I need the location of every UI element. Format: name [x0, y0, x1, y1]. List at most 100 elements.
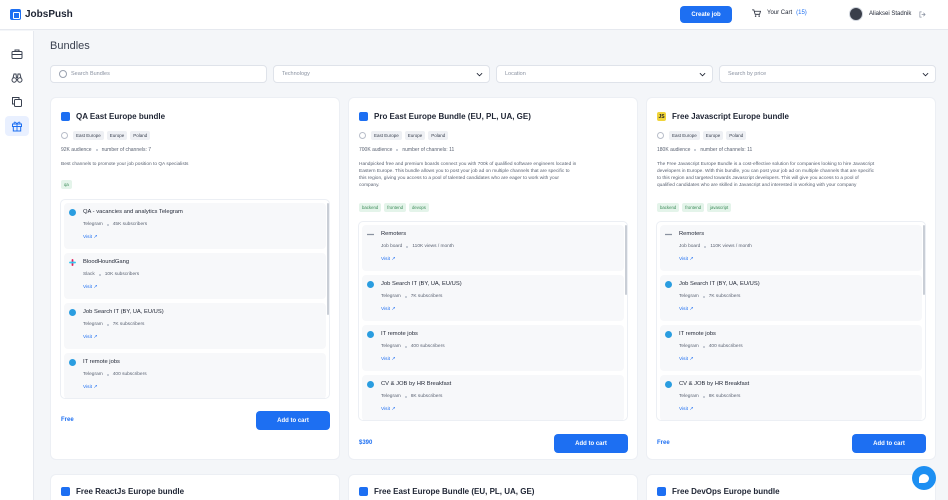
- visit-link[interactable]: Visit ↗: [381, 357, 395, 362]
- channel-name: Remoters: [381, 231, 407, 237]
- avatar: [849, 7, 863, 21]
- audience: 92K audience: [61, 147, 92, 153]
- card-title[interactable]: Free DevOps Europe bundle: [672, 487, 780, 496]
- channel-name: IT remote jobs: [83, 359, 120, 365]
- sidebar-item-bundles[interactable]: [5, 116, 29, 136]
- scrollbar[interactable]: [923, 225, 925, 295]
- channel-name: CV & JOB by HR Breakfast: [381, 381, 452, 387]
- channel-list[interactable]: QA - vacancies and analytics Telegram Te…: [60, 199, 330, 399]
- channel-subs: 110K views / month: [710, 244, 752, 249]
- card-stats: 700K audience number of channels: 11: [359, 147, 454, 153]
- channel-type: Slack: [83, 272, 95, 277]
- top-bar: JobsPush Create job Your Cart (15) Aliak…: [0, 0, 948, 30]
- tech-tag: frontend: [682, 203, 705, 212]
- region-tag: Poland: [428, 131, 449, 140]
- channel-type: Telegram: [679, 294, 699, 299]
- js-icon: JS: [657, 112, 666, 121]
- search-icon: [59, 70, 67, 78]
- scrollbar[interactable]: [327, 203, 329, 315]
- binoculars-icon: [11, 73, 23, 83]
- channel-name: Job Search IT (BY, UA, EU/US): [679, 281, 760, 287]
- channel-name: Remoters: [679, 231, 705, 237]
- bundle-icon: [61, 112, 70, 121]
- card-title[interactable]: Free East Europe Bundle (EU, PL, UA, GE): [374, 487, 534, 496]
- card-title[interactable]: Free ReactJs Europe bundle: [76, 487, 184, 496]
- user-menu[interactable]: Aliaksei Stadnik: [849, 7, 926, 21]
- price-label: Search by price: [728, 71, 767, 77]
- channel-item: Job Search IT (BY, UA, EU/US) Telegram 7K…: [64, 303, 326, 349]
- bundle-icon: [359, 112, 368, 121]
- app-name: JobsPush: [25, 9, 73, 20]
- technology-select[interactable]: Technology: [273, 65, 490, 83]
- cart-count: (15): [796, 10, 807, 16]
- remoters-logo-icon: [367, 233, 374, 236]
- globe-icon: [657, 132, 664, 139]
- bundle-card: Free ReactJs Europe bundle: [50, 474, 340, 500]
- app-logo[interactable]: JobsPush: [10, 9, 73, 20]
- channels-count: number of channels: 11: [402, 147, 455, 153]
- channel-item: IT remote jobs Telegram 400 subscribers V…: [660, 325, 922, 371]
- price: $390: [359, 440, 373, 446]
- visit-link[interactable]: Visit ↗: [83, 235, 97, 240]
- visit-link[interactable]: Visit ↗: [679, 257, 693, 262]
- sidebar-item-jobs[interactable]: [5, 44, 29, 64]
- channel-list[interactable]: Remoters Job board 110K views / month Vis…: [358, 221, 628, 421]
- visit-link[interactable]: Visit ↗: [679, 307, 693, 312]
- card-title[interactable]: Pro East Europe Bundle (EU, PL, UA, GE): [374, 112, 531, 121]
- audience: 700K audience: [359, 147, 393, 153]
- channel-subs: 8K subscribers: [708, 394, 741, 399]
- logo-icon: [10, 9, 21, 20]
- sidebar-item-copy[interactable]: [5, 92, 29, 112]
- bundle-card: Pro East Europe Bundle (EU, PL, UA, GE) …: [348, 97, 638, 460]
- visit-link[interactable]: Visit ↗: [83, 285, 97, 290]
- copy-icon: [12, 97, 22, 107]
- channel-item: IT remote jobs Telegram 400 subscribers V…: [64, 353, 326, 398]
- visit-link[interactable]: Visit ↗: [381, 307, 395, 312]
- channel-type: Job board: [679, 244, 701, 249]
- visit-link[interactable]: Visit ↗: [679, 357, 693, 362]
- channel-type: Telegram: [83, 372, 103, 377]
- chat-button[interactable]: [912, 466, 936, 490]
- visit-link[interactable]: Visit ↗: [381, 407, 395, 412]
- location-label: Location: [505, 71, 526, 77]
- telegram-icon: [69, 309, 76, 316]
- visit-link[interactable]: Visit ↗: [83, 335, 97, 340]
- region-tag: East Europe: [73, 131, 104, 140]
- scrollbar[interactable]: [625, 225, 627, 295]
- add-to-cart-button[interactable]: Add to cart: [554, 434, 628, 453]
- channel-subs: 8K subscribers: [410, 394, 443, 399]
- visit-link[interactable]: Visit ↗: [679, 407, 693, 412]
- card-title[interactable]: QA East Europe bundle: [76, 112, 165, 121]
- cart-label: Your Cart: [767, 10, 793, 16]
- region-tag: Poland: [726, 131, 747, 140]
- sidebar-item-search[interactable]: [5, 68, 29, 88]
- channel-name: BloodHoundGang: [83, 259, 130, 265]
- channel-subs: 7K subscribers: [112, 322, 145, 327]
- region-tags: East Europe Europe Poland: [657, 131, 749, 140]
- card-description: Best channels to promote your job positi…: [61, 162, 189, 167]
- add-to-cart-button[interactable]: Add to cart: [256, 411, 330, 430]
- search-input[interactable]: Search Bundles: [50, 65, 267, 83]
- card-title[interactable]: Free Javascript Europe bundle: [672, 112, 789, 121]
- bundle-card: QA East Europe bundle East Europe Europe…: [50, 97, 340, 460]
- create-job-button[interactable]: Create job: [680, 6, 732, 23]
- logout-icon[interactable]: [919, 11, 926, 18]
- price-select[interactable]: Search by price: [719, 65, 936, 83]
- telegram-icon: [367, 331, 374, 338]
- card-description: Handpicked free and premium boards conne…: [359, 162, 577, 188]
- region-tag: Poland: [130, 131, 151, 140]
- add-to-cart-button[interactable]: Add to cart: [852, 434, 926, 453]
- cart-link[interactable]: Your Cart (15): [752, 9, 807, 17]
- remoters-logo-icon: [665, 233, 672, 236]
- visit-link[interactable]: Visit ↗: [381, 257, 395, 262]
- channel-subs: 7K subscribers: [410, 294, 443, 299]
- visit-link[interactable]: Visit ↗: [83, 385, 97, 390]
- region-tag: East Europe: [371, 131, 402, 140]
- location-select[interactable]: Location: [496, 65, 713, 83]
- region-tag: Europe: [106, 131, 128, 140]
- telegram-icon: [665, 331, 672, 338]
- channel-item: Job Search IT (BY, UA, EU/US) Telegram 7K…: [660, 275, 922, 321]
- channel-list[interactable]: Remoters Job board 110K views / month Vis…: [656, 221, 926, 421]
- channel-name: IT remote jobs: [679, 331, 716, 337]
- card-stats: 92K audience number of channels: 7: [61, 147, 151, 153]
